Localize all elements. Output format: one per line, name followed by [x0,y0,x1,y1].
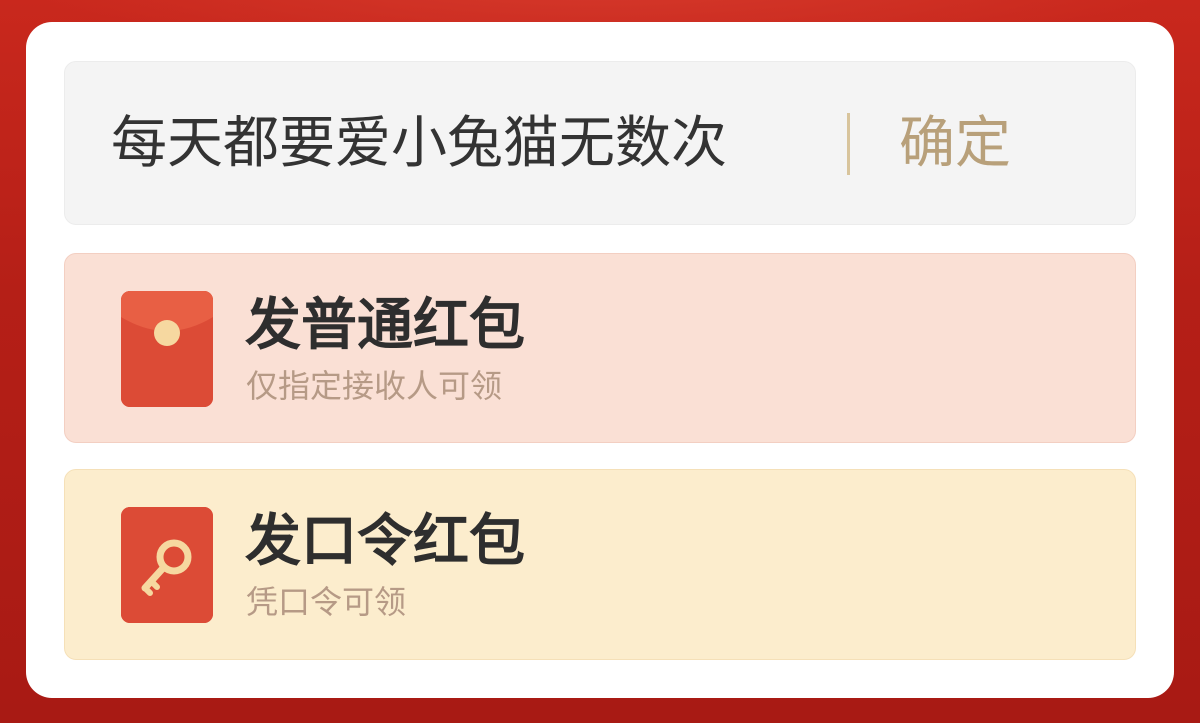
divider [847,113,850,175]
normal-option-subtitle: 仅指定接收人可领 [246,367,503,405]
password-option-title: 发口令红包 [245,509,525,574]
red-packet-dialog: 每天都要爱小兔猫无数次 确定 发普通红包 仅指定接收人可领 发口令红包 凭口令可… [26,22,1174,698]
key-icon [121,507,213,623]
normal-option-title: 发普通红包 [245,293,525,358]
confirm-button[interactable]: 确定 [899,108,1011,180]
password-red-packet-option[interactable]: 发口令红包 凭口令可领 [64,469,1136,660]
password-option-subtitle: 凭口令可领 [246,583,407,621]
normal-red-packet-option[interactable]: 发普通红包 仅指定接收人可领 [64,253,1136,443]
red-envelope-icon [121,291,213,407]
message-bar: 每天都要爱小兔猫无数次 确定 [64,61,1136,225]
message-text[interactable]: 每天都要爱小兔猫无数次 [111,108,727,180]
